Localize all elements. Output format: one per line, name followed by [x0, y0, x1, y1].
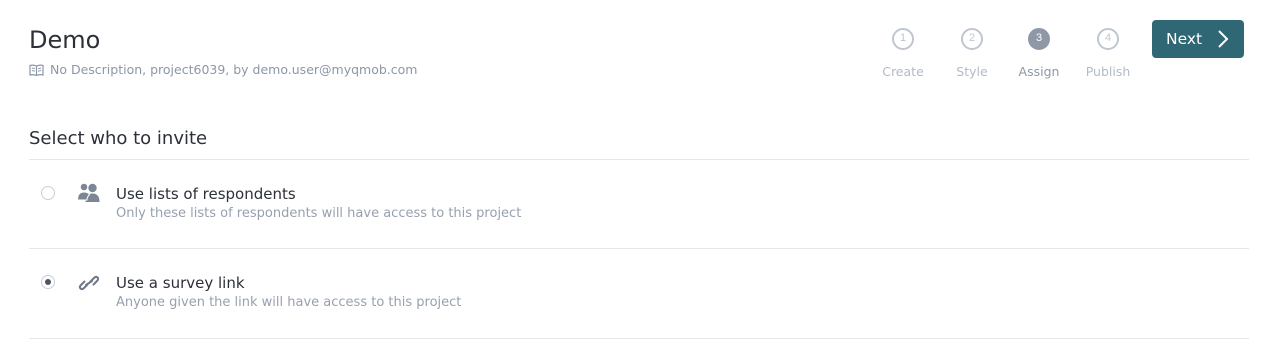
- step-style[interactable]: 2 Style: [937, 28, 1007, 79]
- option-description: Anyone given the link will have access t…: [116, 295, 462, 310]
- radio-dot: [45, 279, 51, 285]
- project-description: No Description, project6039, by demo.use…: [29, 62, 417, 78]
- option-survey-link[interactable]: Use a survey link Anyone given the link …: [29, 249, 1249, 337]
- step-number: 1: [892, 28, 914, 50]
- divider: [29, 338, 1249, 339]
- option-title: Use lists of respondents: [116, 185, 296, 203]
- step-publish[interactable]: 4 Publish: [1073, 28, 1143, 79]
- users-icon: [76, 182, 101, 204]
- next-button-label: Next: [1166, 30, 1203, 48]
- next-button[interactable]: Next: [1152, 20, 1244, 58]
- book-icon: [29, 63, 44, 77]
- step-label: Create: [882, 64, 924, 79]
- step-label: Publish: [1085, 64, 1131, 79]
- link-icon: [77, 272, 101, 294]
- option-respondent-lists[interactable]: Use lists of respondents Only these list…: [29, 160, 1249, 248]
- radio-survey-link[interactable]: [41, 275, 55, 289]
- radio-respondent-lists[interactable]: [41, 186, 55, 200]
- step-assign[interactable]: 3 Assign: [1004, 28, 1074, 79]
- step-label: Style: [956, 64, 988, 79]
- step-create[interactable]: 1 Create: [868, 28, 938, 79]
- progress-steps: 1 Create 2 Style 3 Assign 4 Publish: [868, 28, 1148, 88]
- step-label: Assign: [1018, 64, 1060, 79]
- project-description-text: No Description, project6039, by demo.use…: [50, 62, 418, 77]
- option-description: Only these lists of respondents will hav…: [116, 206, 522, 221]
- step-number: 3: [1028, 28, 1050, 50]
- step-number: 4: [1097, 28, 1119, 50]
- step-number: 2: [961, 28, 983, 50]
- page-title: Demo: [29, 26, 101, 54]
- section-title: Select who to invite: [29, 128, 208, 149]
- chevron-right-icon: [1216, 29, 1230, 49]
- option-title: Use a survey link: [116, 274, 245, 292]
